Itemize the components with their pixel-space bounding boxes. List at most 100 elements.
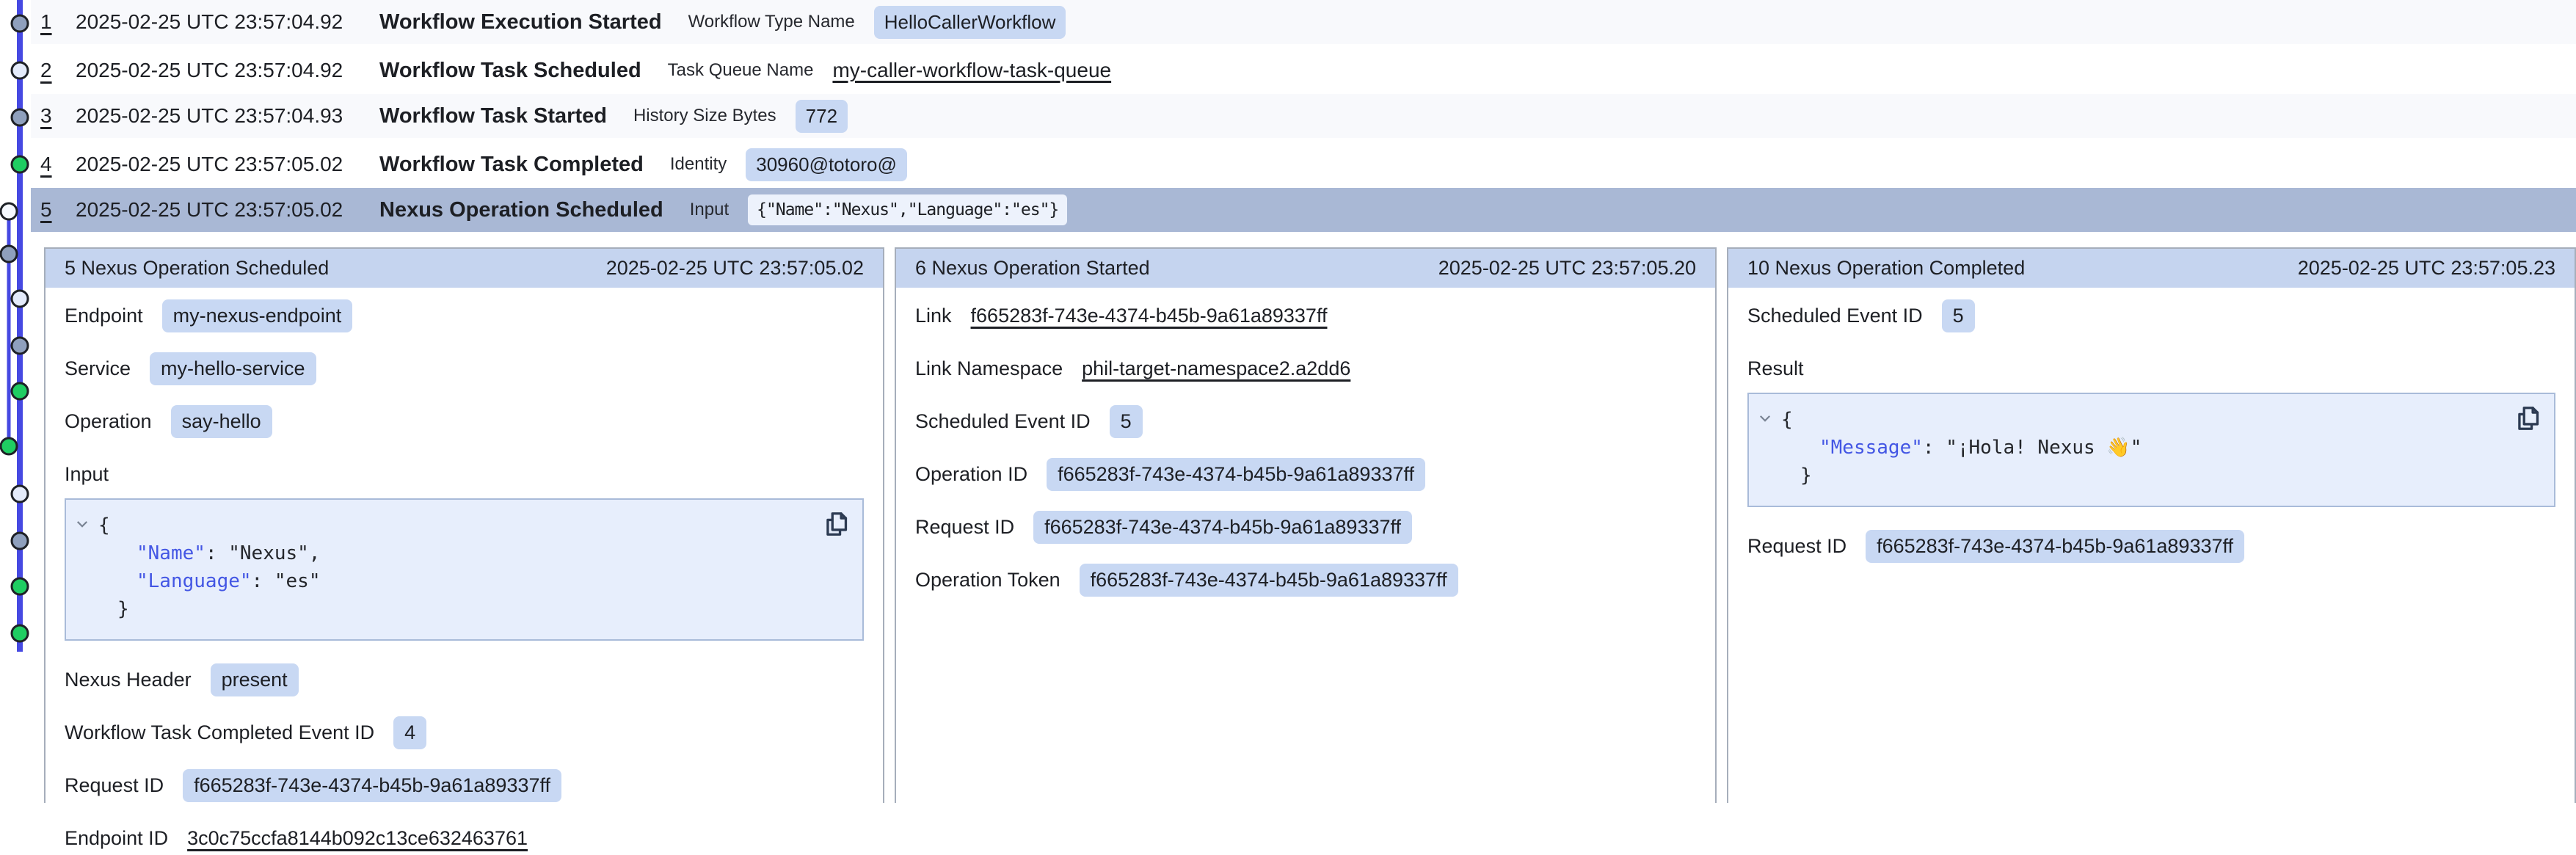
detail-field-label: Link	[915, 305, 952, 327]
timeline-event-dot[interactable]	[12, 486, 28, 502]
timeline-event-dot[interactable]	[12, 533, 28, 549]
timeline-event-dot[interactable]	[1, 246, 17, 262]
detail-field: Input	[65, 457, 864, 491]
timeline-event-dot[interactable]	[12, 109, 28, 125]
detail-field: Result	[1747, 352, 2555, 385]
event-title: Workflow Task Completed	[379, 153, 644, 177]
json-collapse-toggle[interactable]	[1758, 406, 1777, 434]
panel-timestamp: 2025-02-25 UTC 23:57:05.02	[606, 257, 864, 280]
event-timestamp: 2025-02-25 UTC 23:57:04.93	[76, 104, 357, 128]
timeline-event-dot[interactable]	[12, 62, 28, 79]
detail-field-link[interactable]: f665283f-743e-4374-b45b-9a61a89337ff	[971, 305, 1328, 327]
detail-field-link[interactable]: 3c0c75ccfa8144b092c13ce632463761	[187, 827, 528, 850]
detail-field-badge: f665283f-743e-4374-b45b-9a61a89337ff	[1033, 511, 1412, 544]
event-row[interactable]: 4 2025-02-25 UTC 23:57:05.02 Workflow Task…	[31, 141, 2576, 188]
json-key: "Name"	[137, 542, 205, 564]
event-history-list: 1 2025-02-25 UTC 23:57:04.92 Workflow Exec…	[31, 0, 2576, 235]
detail-field-label: Scheduled Event ID	[1747, 305, 1923, 327]
timeline-event-dot[interactable]	[1, 438, 17, 454]
json-code-line: {	[75, 512, 811, 539]
event-row[interactable]: 32025-02-25 UTC 23:57:04.93Workflow Task…	[31, 94, 2576, 141]
json-collapse-toggle[interactable]	[75, 512, 94, 539]
detail-field-label: Result	[1747, 357, 1804, 380]
event-attribute-label: Task Queue Name	[668, 60, 814, 81]
detail-field-label: Request ID	[65, 774, 164, 797]
event-attribute-label: History Size Bytes	[633, 106, 776, 126]
event-id-link[interactable]: 2	[40, 59, 70, 82]
json-text: :	[252, 570, 274, 592]
detail-field: Link f665283f-743e-4374-b45b-9a61a89337ff	[915, 299, 1696, 332]
timeline-event-dot[interactable]	[1, 203, 17, 219]
json-code-line: }	[1758, 462, 2503, 490]
event-detail-panel-header: 5 Nexus Operation Scheduled2025-02-25 UT…	[46, 249, 883, 288]
detail-field-link[interactable]: phil-target-namespace2.a2dd6	[1082, 357, 1350, 380]
detail-field-badge: my-hello-service	[150, 352, 316, 385]
detail-field: Request IDf665283f-743e-4374-b45b-9a61a8…	[915, 510, 1696, 544]
panel-title: 10 Nexus Operation Completed	[1747, 257, 2025, 280]
timeline-event-dot[interactable]	[12, 291, 28, 307]
panel-title: 6 Nexus Operation Started	[915, 257, 1150, 280]
event-detail-panel: 5 Nexus Operation Scheduled2025-02-25 UT…	[44, 247, 884, 803]
event-attribute-link[interactable]: my-caller-workflow-task-queue	[832, 59, 1111, 82]
json-text: "Nexus",	[228, 542, 320, 564]
detail-field-badge: f665283f-743e-4374-b45b-9a61a89337ff	[1866, 530, 2244, 563]
panel-timestamp: 2025-02-25 UTC 23:57:05.23	[2298, 257, 2555, 280]
json-code-line: "Language": "es"	[75, 567, 811, 595]
event-title: Nexus Operation Scheduled	[379, 198, 663, 222]
json-key: "Language"	[137, 570, 252, 592]
event-detail-panel: 10 Nexus Operation Completed 2025-02-25 U…	[1727, 247, 2576, 803]
event-id-link[interactable]: 3	[40, 104, 70, 128]
json-text: "¡Hola! Nexus 👋"	[1946, 437, 2142, 459]
detail-field-badge: present	[211, 663, 299, 696]
timeline-event-dot[interactable]	[12, 156, 28, 172]
event-row[interactable]: 22025-02-25 UTC 23:57:04.92Workflow Task…	[31, 47, 2576, 94]
json-code-line: }	[75, 595, 811, 623]
json-code-block: { "Message": "¡Hola! Nexus 👋"}	[1747, 393, 2555, 507]
json-key: "Message"	[1819, 437, 1923, 459]
timeline-event-dot[interactable]	[12, 578, 28, 594]
event-timestamp: 2025-02-25 UTC 23:57:05.02	[76, 198, 357, 222]
event-detail-panel-body: Endpointmy-nexus-endpointServicemy-hello…	[46, 288, 883, 855]
event-detail-panel-body: Link f665283f-743e-4374-b45b-9a61a89337ff…	[896, 288, 1715, 597]
detail-field-label: Input	[65, 463, 109, 486]
json-code-block: { "Name": "Nexus", "Language": "es"}	[65, 498, 864, 641]
detail-field-badge: 5	[1110, 405, 1143, 438]
json-text: :	[1923, 437, 1946, 459]
detail-field: Operationsay-hello	[65, 404, 864, 438]
detail-field: Servicemy-hello-service	[65, 352, 864, 385]
json-code-line: {	[1758, 406, 2503, 434]
detail-field-label: Scheduled Event ID	[915, 410, 1091, 433]
detail-field-badge: 4	[393, 716, 426, 749]
event-attribute-badge: 772	[796, 100, 848, 133]
event-detail-panel: 6 Nexus Operation Started 2025-02-25 UTC …	[895, 247, 1717, 803]
chevron-down-icon	[1758, 411, 1772, 426]
panel-timestamp: 2025-02-25 UTC 23:57:05.20	[1438, 257, 1696, 280]
event-attribute-label: Input	[690, 200, 729, 220]
event-id-link[interactable]: 1	[40, 10, 70, 34]
event-row[interactable]: 52025-02-25 UTC 23:57:05.02 Nexus Operati…	[31, 188, 2576, 235]
event-id-link[interactable]: 5	[40, 198, 70, 222]
json-text: }	[1800, 465, 1812, 487]
timeline-event-dot[interactable]	[12, 625, 28, 641]
timeline-event-dot[interactable]	[12, 383, 28, 399]
copy-button[interactable]	[821, 510, 851, 539]
detail-field: Scheduled Event ID5	[1747, 299, 2555, 332]
event-id-link[interactable]: 4	[40, 153, 70, 176]
detail-field-label: Endpoint ID	[65, 827, 168, 850]
timeline-event-dot[interactable]	[12, 15, 28, 32]
event-timestamp: 2025-02-25 UTC 23:57:05.02	[76, 153, 357, 176]
detail-field-label: Workflow Task Completed Event ID	[65, 721, 374, 744]
event-title: Workflow Execution Started	[379, 10, 662, 34]
copy-button[interactable]	[2513, 404, 2542, 434]
event-attribute-label: Workflow Type Name	[688, 12, 855, 32]
detail-field-label: Operation Token	[915, 569, 1060, 592]
detail-field-label: Nexus Header	[65, 669, 192, 691]
event-detail-panel-header: 6 Nexus Operation Started 2025-02-25 UTC …	[896, 249, 1715, 288]
copy-icon	[822, 510, 850, 538]
event-timestamp: 2025-02-25 UTC 23:57:04.92	[76, 59, 357, 82]
event-attribute-badge: 30960@totoro@	[746, 148, 907, 181]
event-row[interactable]: 12025-02-25 UTC 23:57:04.92Workflow Exec…	[31, 0, 2576, 47]
timeline-event-dot[interactable]	[12, 338, 28, 354]
detail-field-label: Operation	[65, 410, 152, 433]
json-text: }	[117, 598, 129, 620]
